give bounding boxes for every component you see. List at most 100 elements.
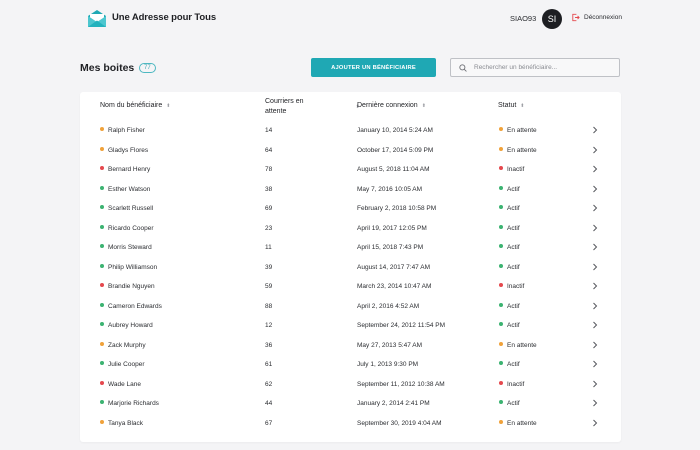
page-title: Mes boites bbox=[80, 62, 135, 74]
beneficiary-name-cell: Ricardo Cooper bbox=[100, 224, 154, 232]
pending-mail-count: 64 bbox=[265, 146, 273, 154]
status-dot bbox=[499, 224, 503, 229]
table-row[interactable]: Brandie Nguyen 59 March 23, 2014 10:47 A… bbox=[80, 278, 621, 297]
status-dot bbox=[499, 361, 503, 365]
table-row[interactable]: Ralph Fisher 14 January 10, 2014 5:24 AM… bbox=[80, 122, 621, 141]
beneficiary-name-cell: Julie Cooper bbox=[100, 361, 145, 368]
beneficiary-name-cell: Gladys Flores bbox=[100, 146, 148, 154]
status-dot bbox=[100, 166, 104, 170]
chevron-right-icon[interactable] bbox=[592, 146, 598, 154]
status-cell: Actif bbox=[499, 224, 520, 232]
beneficiary-name: Tanya Black bbox=[108, 419, 144, 427]
column-header-label: Statut bbox=[498, 102, 517, 109]
status-cell: En attente bbox=[499, 341, 537, 349]
table-row[interactable]: Aubrey Howard 12 September 24, 2012 11:5… bbox=[80, 317, 621, 336]
sort-icon: ⬍ bbox=[166, 102, 171, 109]
status-dot bbox=[100, 224, 104, 229]
last-login: July 1, 2013 9:30 PM bbox=[357, 361, 419, 368]
avatar[interactable]: SI bbox=[542, 9, 562, 29]
beneficiary-name: Ricardo Cooper bbox=[108, 224, 154, 232]
chevron-right-icon[interactable] bbox=[592, 243, 598, 251]
status-label: Actif bbox=[507, 224, 520, 232]
pending-mail-count: 38 bbox=[265, 185, 273, 193]
pending-mail-count: 11 bbox=[265, 244, 272, 251]
table-row[interactable]: Gladys Flores 64 October 17, 2014 5:09 P… bbox=[80, 142, 621, 161]
table-row[interactable]: Bernard Henry 78 August 5, 2018 11:04 AM… bbox=[80, 161, 621, 180]
chevron-right-icon[interactable] bbox=[592, 165, 598, 173]
status-cell: Actif bbox=[499, 244, 520, 251]
chevron-right-icon[interactable] bbox=[592, 419, 598, 427]
status-cell: En attente bbox=[499, 127, 537, 134]
table-row[interactable]: Tanya Black 67 September 30, 2019 4:04 A… bbox=[80, 415, 621, 434]
status-cell: Inactif bbox=[499, 380, 524, 388]
chevron-right-icon[interactable] bbox=[592, 302, 598, 310]
chevron-right-icon[interactable] bbox=[592, 399, 598, 407]
column-header-last-login[interactable]: Dernière connexion ⬍ bbox=[357, 102, 426, 109]
chevron-right-icon[interactable] bbox=[592, 360, 598, 368]
table-row[interactable]: Marjorie Richards 44 January 2, 2014 2:4… bbox=[80, 395, 621, 414]
status-cell: En attente bbox=[499, 146, 537, 154]
column-header-status[interactable]: Statut ⬍ bbox=[498, 102, 525, 109]
beneficiary-name-cell: Zack Murphy bbox=[100, 341, 146, 349]
status-cell: Inactif bbox=[499, 166, 524, 173]
chevron-right-icon[interactable] bbox=[592, 341, 598, 349]
column-header-name[interactable]: Nom du bénéficiaire ⬍ bbox=[100, 102, 170, 109]
last-login: September 24, 2012 11:54 PM bbox=[357, 322, 446, 329]
envelope-logo-icon[interactable] bbox=[87, 9, 107, 28]
status-dot bbox=[499, 380, 503, 385]
status-label: Inactif bbox=[507, 166, 525, 173]
column-header-label: Courriers en attente bbox=[265, 97, 304, 116]
chevron-right-icon[interactable] bbox=[592, 263, 598, 271]
beneficiary-name: Brandie Nguyen bbox=[108, 283, 155, 290]
table-row[interactable]: Cameron Edwards 88 April 2, 2016 4:52 AM… bbox=[80, 298, 621, 317]
table-row[interactable]: Philip Williamson 39 August 14, 2017 7:4… bbox=[80, 259, 621, 278]
status-cell: Actif bbox=[499, 302, 520, 310]
chevron-right-icon[interactable] bbox=[592, 282, 598, 290]
last-login: April 15, 2018 7:43 PM bbox=[357, 244, 424, 251]
last-login: February 2, 2018 10:58 PM bbox=[357, 205, 437, 212]
table-row[interactable]: Wade Lane 62 September 11, 2012 10:38 AM… bbox=[80, 376, 621, 395]
pending-mail-count: 12 bbox=[265, 322, 273, 329]
status-dot bbox=[100, 263, 104, 268]
status-cell: Actif bbox=[499, 205, 520, 212]
add-beneficiary-button[interactable]: AJOUTER UN BÉNÉFICIAIRE bbox=[311, 58, 436, 77]
beneficiary-name-cell: Scarlett Russell bbox=[100, 205, 153, 212]
beneficiary-name: Marjorie Richards bbox=[108, 400, 159, 407]
status-label: Actif bbox=[507, 302, 520, 310]
status-cell: Actif bbox=[499, 185, 520, 193]
column-header-label: Nom du bénéficiaire bbox=[100, 102, 163, 109]
status-dot bbox=[499, 244, 503, 248]
status-dot bbox=[499, 341, 503, 346]
table-row[interactable]: Ricardo Cooper 23 April 19, 2017 12:05 P… bbox=[80, 220, 621, 239]
column-header-mail[interactable]: Courriers en attente ⬍ bbox=[265, 97, 360, 116]
chevron-right-icon[interactable] bbox=[592, 321, 598, 329]
last-login: January 2, 2014 2:41 PM bbox=[357, 400, 430, 407]
status-dot bbox=[100, 341, 104, 346]
pending-mail-count: 88 bbox=[265, 302, 273, 310]
status-dot bbox=[499, 166, 503, 170]
table-row[interactable]: Julie Cooper 61 July 1, 2013 9:30 PM Act… bbox=[80, 356, 621, 375]
chevron-right-icon[interactable] bbox=[592, 126, 598, 134]
chevron-right-icon[interactable] bbox=[592, 185, 598, 193]
table-row[interactable]: Zack Murphy 36 May 27, 2013 5:47 AM En a… bbox=[80, 337, 621, 356]
logout-button[interactable]: Déconnexion bbox=[571, 13, 622, 22]
app-title: Une Adresse pour Tous bbox=[112, 12, 217, 23]
status-dot bbox=[499, 205, 503, 209]
table-row[interactable]: Scarlett Russell 69 February 2, 2018 10:… bbox=[80, 200, 621, 219]
pending-mail-count: 69 bbox=[265, 205, 273, 212]
status-label: En attente bbox=[507, 419, 537, 427]
chevron-right-icon[interactable] bbox=[592, 204, 598, 212]
column-header-label-line1: Courriers en bbox=[265, 98, 304, 105]
search-input[interactable] bbox=[474, 64, 614, 71]
chevron-right-icon[interactable] bbox=[592, 224, 598, 232]
search-box[interactable] bbox=[450, 58, 620, 77]
beneficiary-name: Ralph Fisher bbox=[108, 127, 145, 134]
last-login: May 7, 2016 10:05 AM bbox=[357, 185, 423, 193]
pending-mail-count: 62 bbox=[265, 380, 273, 388]
table-row[interactable]: Esther Watson 38 May 7, 2016 10:05 AM Ac… bbox=[80, 181, 621, 200]
status-label: Actif bbox=[507, 263, 520, 271]
pending-mail-count: 36 bbox=[265, 341, 273, 349]
table-row[interactable]: Morris Steward 11 April 15, 2018 7:43 PM… bbox=[80, 239, 621, 258]
chevron-right-icon[interactable] bbox=[592, 380, 598, 388]
status-dot bbox=[499, 419, 503, 424]
